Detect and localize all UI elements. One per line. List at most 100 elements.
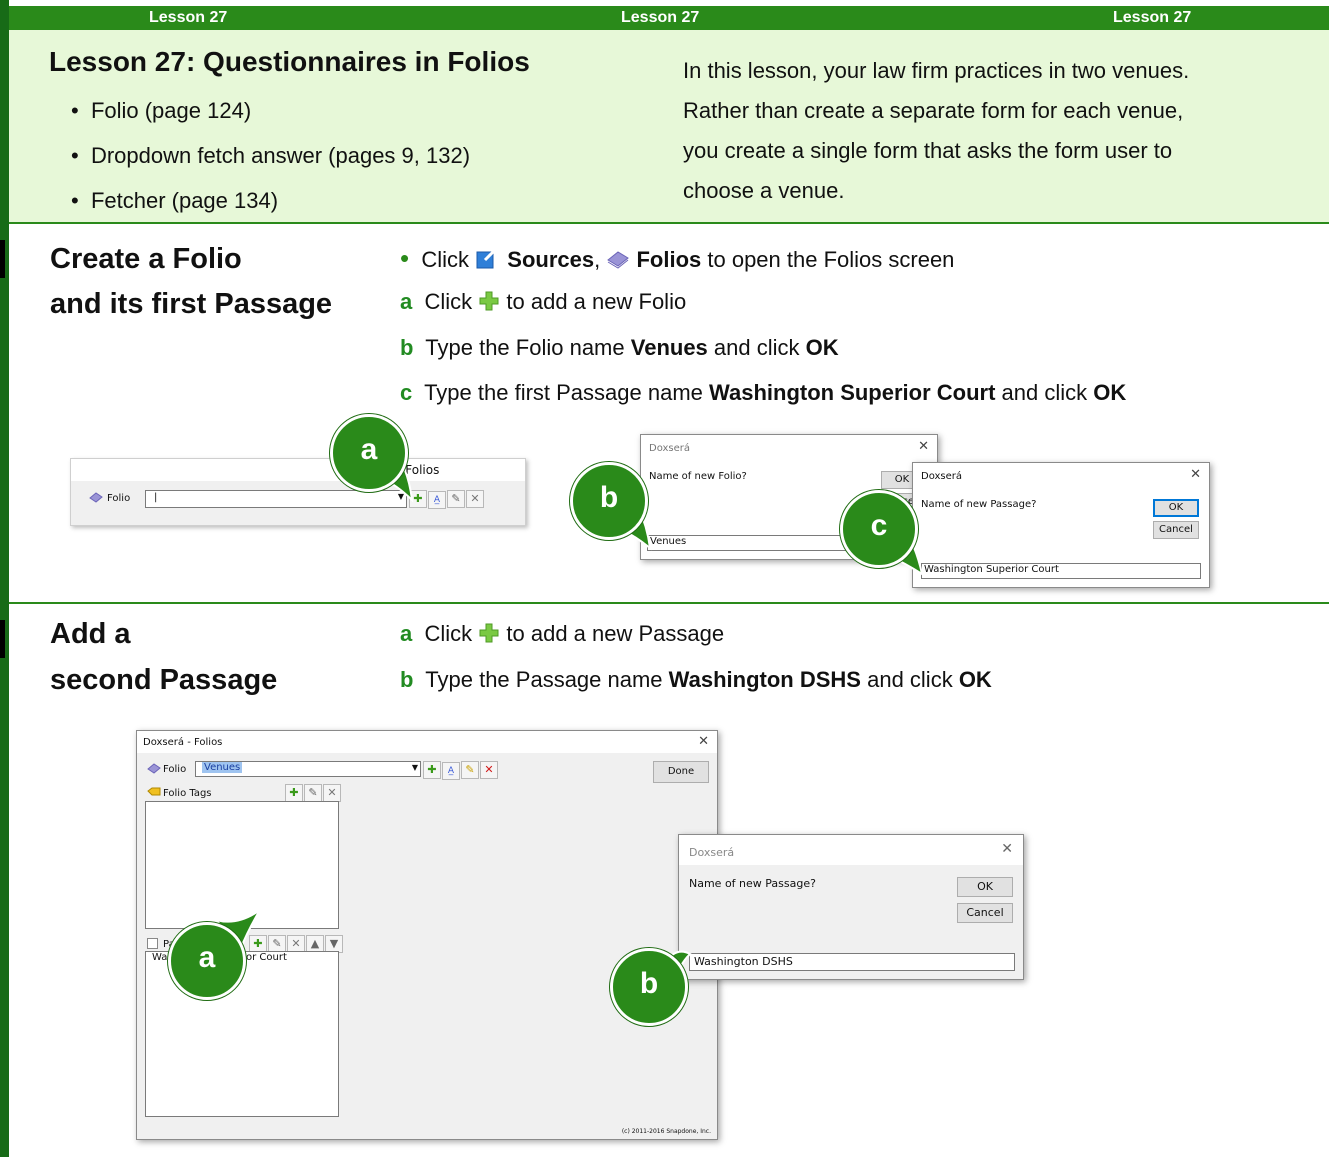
step-marker: c bbox=[400, 380, 413, 405]
section-2-heading-2: second Passage bbox=[50, 664, 278, 696]
dialog-title: Doxserá bbox=[649, 443, 691, 454]
step-text: and click bbox=[867, 667, 953, 692]
lesson-header-bar: Lesson 27 Lesson 27 Lesson 27 bbox=[9, 6, 1329, 30]
step-marker: b bbox=[400, 667, 414, 692]
callout-b: b bbox=[570, 462, 648, 540]
close-icon[interactable]: ✕ bbox=[1190, 467, 1201, 482]
plus-icon bbox=[479, 623, 499, 643]
lesson-tab-right: Lesson 27 bbox=[1113, 9, 1192, 26]
intro-desc-2: Rather than create a separate form for e… bbox=[683, 98, 1184, 123]
step-text: Type the Passage name bbox=[425, 667, 663, 692]
folio-value: Venues bbox=[202, 762, 243, 773]
dialog-prompt: Name of new Folio? bbox=[649, 471, 747, 482]
add-folio-button[interactable]: ✚ bbox=[423, 761, 441, 779]
intro-desc-3: you create a single form that asks the f… bbox=[683, 138, 1173, 163]
input-value: Washington Superior Court bbox=[924, 564, 1059, 575]
bullet-text: Folio (page 124) bbox=[90, 98, 252, 123]
intro-desc-1: In this lesson, your law firm practices … bbox=[683, 58, 1190, 83]
ok-button[interactable]: OK bbox=[957, 877, 1013, 897]
divider bbox=[9, 602, 1329, 604]
passage-name-input[interactable]: Washington DSHS bbox=[689, 953, 1015, 971]
bullet-3: • Fetcher (page 134) bbox=[71, 188, 279, 213]
chevron-down-icon: ▼ bbox=[411, 763, 418, 772]
pencil-icon[interactable]: ✎ bbox=[447, 490, 465, 508]
rename-icon[interactable]: A̲ bbox=[428, 491, 446, 509]
step-bold: Folios bbox=[636, 247, 702, 272]
step-text: to add a new Folio bbox=[506, 289, 687, 314]
folio-dropdown[interactable]: Venues ▼ bbox=[195, 761, 421, 777]
cancel-button[interactable]: Cancel bbox=[957, 903, 1013, 923]
callout-a: a bbox=[330, 414, 408, 492]
section-1-heading-1: Create a Folio bbox=[50, 243, 242, 275]
delete-icon[interactable]: ✕ bbox=[323, 784, 341, 802]
sources-icon bbox=[476, 247, 498, 269]
section-1-tab bbox=[0, 240, 5, 278]
section-1-step-a: a Click to add a new Folio bbox=[400, 289, 686, 315]
rename-icon[interactable]: A̲ bbox=[442, 762, 460, 780]
bullet-1: • Folio (page 124) bbox=[71, 98, 252, 123]
dialog-title: Doxserá bbox=[689, 846, 735, 859]
bullet-2: • Dropdown fetch answer (pages 9, 132) bbox=[71, 143, 471, 168]
add-tag-button[interactable]: ✚ bbox=[285, 784, 303, 802]
delete-icon[interactable]: ✕ bbox=[466, 490, 484, 508]
bullet-text: Fetcher (page 134) bbox=[90, 188, 279, 213]
section-2-step-b: b Type the Passage name Washington DSHS … bbox=[400, 667, 992, 693]
folio-icon bbox=[147, 763, 161, 774]
passages-checkbox[interactable] bbox=[147, 938, 158, 949]
dialog-prompt: Name of new Passage? bbox=[921, 499, 1037, 510]
lesson-intro: Lesson 27: Questionnaires in Folios • Fo… bbox=[9, 30, 1329, 222]
section-2-tab bbox=[0, 620, 5, 658]
folios-icon bbox=[607, 251, 630, 269]
step-bold: Sources bbox=[507, 247, 595, 272]
done-button[interactable]: Done bbox=[653, 761, 709, 783]
close-icon[interactable]: ✕ bbox=[1001, 841, 1013, 857]
delete-icon[interactable]: ✕ bbox=[480, 761, 498, 779]
intro-desc-4: choose a venue. bbox=[683, 178, 845, 203]
step-text: Type the first Passage name bbox=[424, 380, 703, 405]
section-1-heading-2: and its first Passage bbox=[50, 288, 333, 320]
cancel-button[interactable]: Cancel bbox=[1153, 521, 1199, 539]
step-text: to open the Folios screen bbox=[707, 247, 955, 272]
step-bold: OK bbox=[1093, 380, 1127, 405]
step-text: , bbox=[594, 247, 601, 272]
lesson-tab-center: Lesson 27 bbox=[621, 9, 700, 26]
dialog-title: Doxserá bbox=[921, 471, 963, 482]
folio-tool-buttons: ✚ A̲ ✎ ✕ bbox=[409, 490, 485, 509]
tag-icon bbox=[147, 787, 161, 796]
close-icon[interactable]: ✕ bbox=[698, 734, 709, 749]
close-icon[interactable]: ✕ bbox=[918, 439, 929, 454]
left-bar bbox=[0, 0, 9, 1157]
step-text: and click bbox=[713, 335, 800, 360]
step-text: Click bbox=[424, 621, 473, 646]
new-passage-dialog: Doxserá ✕ Name of new Passage? OK Cancel… bbox=[912, 462, 1210, 588]
section-2-step-a: a Click to add a new Passage bbox=[400, 621, 724, 647]
step-bold: Washington DSHS bbox=[668, 667, 861, 692]
plus-icon bbox=[479, 291, 499, 311]
bullet-text: Dropdown fetch answer (pages 9, 132) bbox=[90, 143, 471, 168]
step-bold: OK bbox=[805, 335, 839, 360]
step-text: Click bbox=[421, 247, 470, 272]
step-bold: Venues bbox=[630, 335, 708, 360]
ok-button[interactable]: OK bbox=[1153, 499, 1199, 517]
passage-name-input[interactable]: Washington Superior Court bbox=[921, 563, 1201, 579]
toolbar-titlebar: rá - Folios bbox=[71, 459, 525, 481]
step-bold: Washington Superior Court bbox=[709, 380, 996, 405]
folio-label: Folio bbox=[163, 764, 187, 775]
step-bold: OK bbox=[958, 667, 992, 692]
section-1-step-b: b Type the Folio name Venues and click O… bbox=[400, 335, 839, 361]
lesson-title: Lesson 27: Questionnaires in Folios bbox=[49, 46, 530, 77]
folio-value: | bbox=[154, 492, 158, 503]
tags-tool-buttons: ✚ ✎ ✕ bbox=[285, 784, 342, 802]
folio-icon bbox=[89, 492, 103, 503]
callout-a: a bbox=[168, 922, 246, 1000]
callout-c: c bbox=[840, 490, 918, 568]
section-1-step-0: • Click Sources, Folios to open the Foli… bbox=[400, 243, 955, 273]
pencil-icon[interactable]: ✎ bbox=[304, 784, 322, 802]
pencil-icon[interactable]: ✎ bbox=[461, 761, 479, 779]
step-text: to add a new Passage bbox=[506, 621, 725, 646]
callout-b: b bbox=[610, 948, 688, 1026]
new-passage-dialog: Doxserá ✕ Name of new Passage? OK Cancel… bbox=[678, 834, 1024, 980]
step-marker: a bbox=[400, 621, 413, 646]
lesson-tab-left: Lesson 27 bbox=[149, 9, 228, 26]
folios-toolbar-screenshot: rá - Folios Folio | ▼ ✚ A̲ ✎ ✕ bbox=[70, 458, 526, 526]
